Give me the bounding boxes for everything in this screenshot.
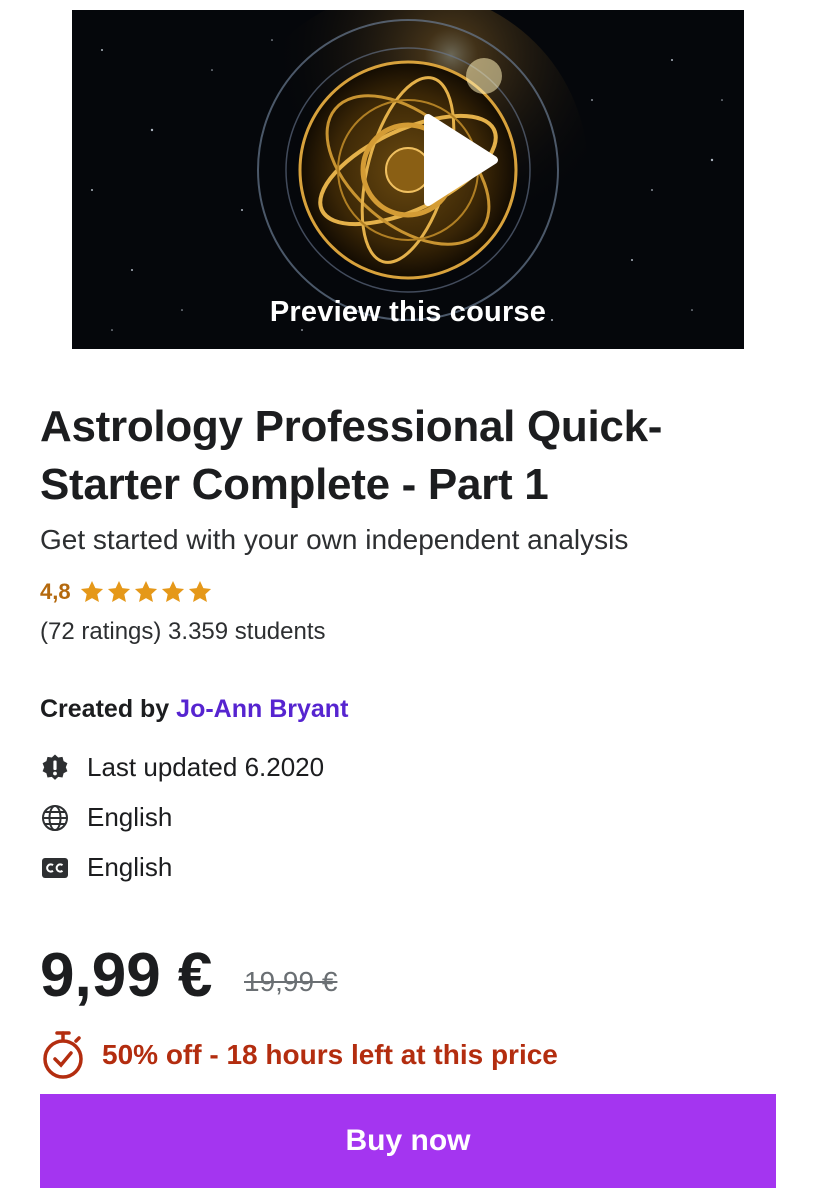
rating-stars [79,579,213,605]
last-updated-row: Last updated 6.2020 [40,752,324,783]
course-title: Astrology Professional Quick-Starter Com… [40,402,663,509]
discount-text: 50% off - 18 hours left at this price [102,1039,558,1070]
author-link[interactable]: Jo-Ann Bryant [176,695,348,723]
created-by-label: Created by [40,695,170,723]
alert-badge-icon [42,754,68,780]
star-icon [80,580,103,602]
preview-course-label: Preview this course [269,296,547,328]
original-price: 19,99 € [244,966,338,997]
star-icon [134,580,157,602]
ratings-and-students: (72 ratings) 3.359 students [40,618,326,645]
star-icon [161,580,184,602]
course-preview-video[interactable]: Preview this course [72,10,744,349]
buy-now-button[interactable]: Buy now [40,1094,776,1188]
created-by: Created by Jo-Ann Bryant [40,695,348,724]
language-row: English [40,802,172,833]
course-subtitle: Get started with your own independent an… [40,524,629,555]
play-icon[interactable] [406,110,506,210]
globe-icon [42,804,68,831]
closed-captions-icon [42,857,68,878]
captions-text: English [87,852,173,882]
last-updated-text: Last updated 6.2020 [87,752,325,782]
discount-row: 50% off - 18 hours left at this price [40,1030,558,1080]
stopwatch-icon [43,1031,83,1079]
rating-row: 4,8 [40,579,213,605]
rating-value: 4,8 [40,579,71,604]
star-icon [107,580,130,602]
current-price: 9,99 € [40,941,213,1010]
language-text: English [87,802,173,832]
captions-row: English [40,852,172,883]
star-icon [188,580,211,602]
